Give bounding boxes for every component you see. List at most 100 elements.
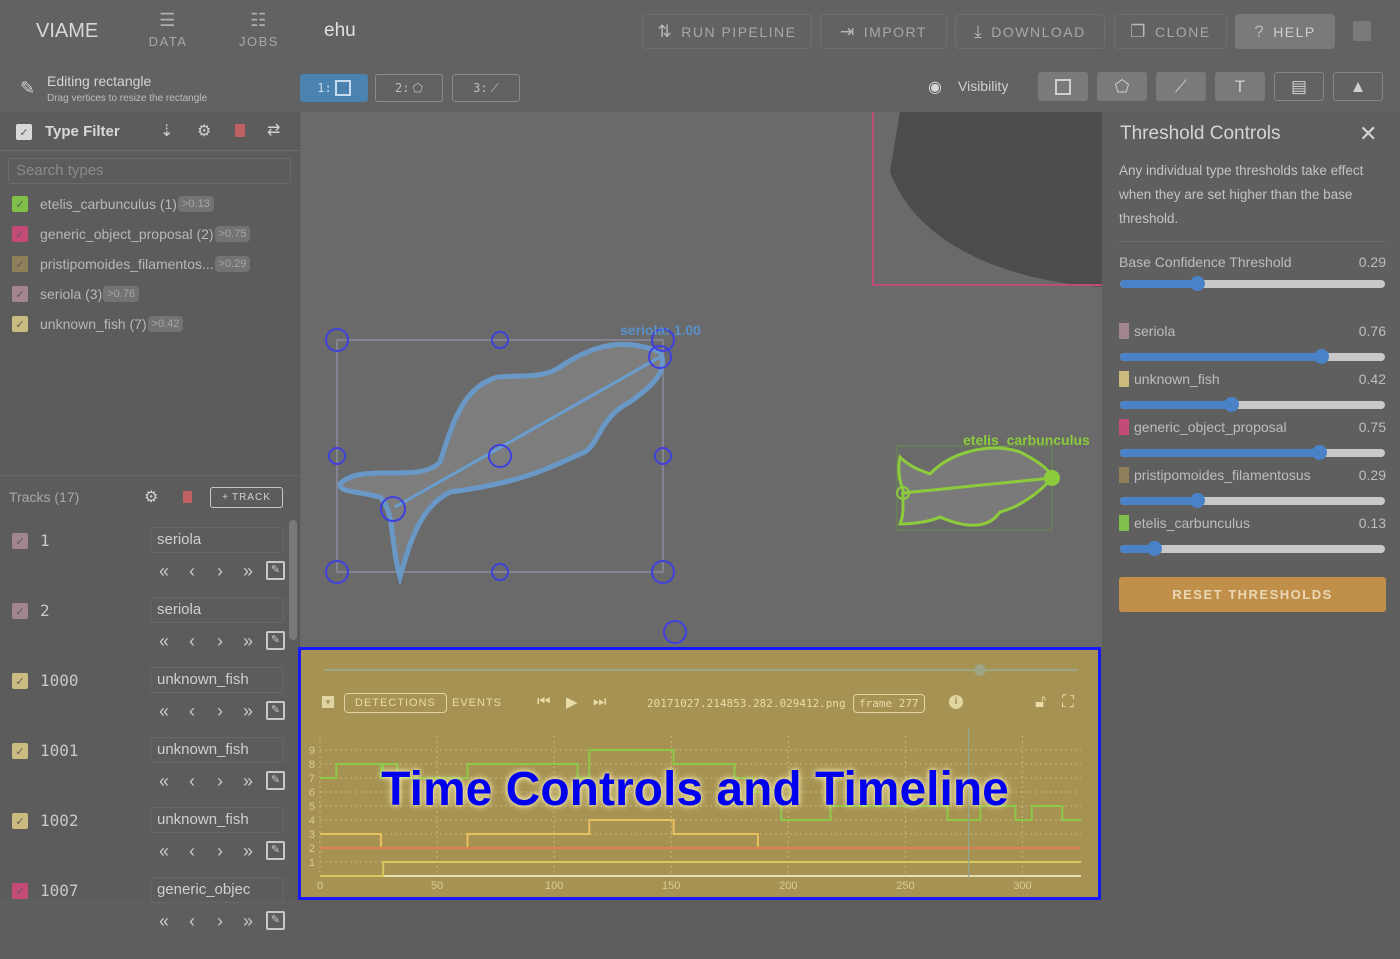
track-type-select[interactable]: unknown_fish [150,667,284,693]
run-pipeline-button[interactable]: ⇅ RUN PIPELINE [642,14,812,49]
edit-track-icon[interactable]: ✎ [266,701,285,720]
close-icon[interactable]: ✕ [1359,121,1377,147]
type-checkbox[interactable]: ✓ [12,226,28,242]
mode-polygon[interactable]: 2: ⬠ [375,74,443,102]
skip-previous-icon[interactable]: ⏮ [537,693,551,710]
last-frame-icon[interactable]: » [234,631,262,652]
download-button[interactable]: ⤓ DOWNLOAD [955,14,1105,49]
track-checkbox[interactable]: ✓ [12,883,28,899]
app-brand[interactable]: VIAME [36,20,98,43]
toggle-comment[interactable]: ▤ [1274,72,1324,101]
mode-rectangle[interactable]: 1: [300,74,368,102]
next-frame-icon[interactable]: › [206,911,234,932]
first-frame-icon[interactable]: « [150,701,178,722]
sort-icon[interactable]: ⇣ [160,121,173,141]
edit-track-icon[interactable]: ✎ [266,561,285,580]
type-filter-all-checkbox[interactable]: ✓ [16,124,32,140]
type-checkbox[interactable]: ✓ [12,256,28,272]
mode-line[interactable]: 3: ⟋ [452,74,520,102]
search-types-input[interactable]: Search types [8,158,291,184]
track-type-select[interactable]: unknown_fish [150,737,284,763]
gear-icon[interactable]: ⚙ [197,121,211,141]
first-frame-icon[interactable]: « [150,911,178,932]
skip-next-icon[interactable]: ⏭ [593,693,607,710]
delete-icon[interactable] [235,124,245,137]
track-type-select[interactable]: seriola [150,527,284,553]
seek-knob[interactable] [974,664,987,676]
prev-frame-icon[interactable]: ‹ [178,701,206,722]
track-checkbox[interactable]: ✓ [12,533,28,549]
first-frame-icon[interactable]: « [150,841,178,862]
last-frame-icon[interactable]: » [234,701,262,722]
type-item[interactable]: ✓ etelis_carbunculus (1) >0.13 [12,193,214,215]
import-button[interactable]: ⇥ IMPORT [820,14,947,49]
frame-number[interactable]: frame 277 [853,694,925,713]
edit-track-icon[interactable]: ✎ [266,631,285,650]
track-checkbox[interactable]: ✓ [12,743,28,759]
focus-icon[interactable]: ⛶ [1062,692,1074,712]
first-frame-icon[interactable]: « [150,561,178,582]
next-frame-icon[interactable]: › [206,561,234,582]
collapse-timeline-icon[interactable]: ▾ [322,696,334,708]
type-item[interactable]: ✓ seriola (3) >0.76 [12,283,140,305]
first-frame-icon[interactable]: « [150,771,178,792]
add-track-button[interactable]: + TRACK [210,487,283,508]
first-frame-icon[interactable]: « [150,631,178,652]
slider-knob[interactable] [1189,276,1205,291]
clone-button[interactable]: ❐ CLONE [1114,14,1227,49]
prev-frame-icon[interactable]: ‹ [178,771,206,792]
edit-track-icon[interactable]: ✎ [266,841,285,860]
save-icon[interactable] [1353,21,1371,41]
prev-frame-icon[interactable]: ‹ [178,631,206,652]
slider-knob[interactable] [1311,445,1327,460]
edit-track-icon[interactable]: ✎ [266,771,285,790]
tracks-scrollbar[interactable] [289,520,297,640]
type-checkbox[interactable]: ✓ [12,196,28,212]
base-threshold-slider[interactable] [1120,276,1385,291]
type-item[interactable]: ✓ pristipomoides_filamentos... >0.29 [12,253,251,275]
events-tab[interactable]: EVENTS [452,697,502,709]
track-checkbox[interactable]: ✓ [12,673,28,689]
help-button[interactable]: ? HELP [1235,14,1335,49]
toggle-text[interactable]: T [1215,72,1265,101]
type-threshold-slider[interactable] [1120,493,1385,508]
type-threshold-slider[interactable] [1120,541,1385,556]
track-checkbox[interactable]: ✓ [12,813,28,829]
type-checkbox[interactable]: ✓ [12,286,28,302]
type-threshold-slider[interactable] [1120,445,1385,460]
toggle-rectangle[interactable] [1038,72,1088,101]
toggle-line[interactable]: ⟋ [1156,72,1206,101]
track-type-select[interactable]: unknown_fish [150,807,284,833]
seek-slider[interactable] [325,669,1078,671]
nav-jobs[interactable]: ☷ JOBS [224,10,294,49]
edit-track-icon[interactable]: ✎ [266,911,285,930]
type-threshold-slider[interactable] [1120,349,1385,364]
play-icon[interactable]: ▶ [566,693,578,711]
last-frame-icon[interactable]: » [234,911,262,932]
last-frame-icon[interactable]: » [234,561,262,582]
swap-icon[interactable]: ⇄ [267,120,280,140]
toggle-polygon[interactable]: ⬠ [1097,72,1147,101]
type-item[interactable]: ✓ generic_object_proposal (2) >0.75 [12,223,251,245]
type-threshold-slider[interactable] [1120,397,1385,412]
next-frame-icon[interactable]: › [206,631,234,652]
lock-icon[interactable]: 🔓︎ [1035,692,1046,712]
prev-frame-icon[interactable]: ‹ [178,911,206,932]
info-icon[interactable]: i [949,695,963,709]
next-frame-icon[interactable]: › [206,841,234,862]
gear-icon[interactable]: ⚙ [144,487,158,507]
last-frame-icon[interactable]: » [234,841,262,862]
next-frame-icon[interactable]: › [206,701,234,722]
track-type-select[interactable]: seriola [150,597,284,623]
track-type-select[interactable]: generic_objec [150,877,284,903]
toggle-arrow[interactable]: ▲ [1333,72,1383,101]
delete-icon[interactable] [183,491,192,503]
type-checkbox[interactable]: ✓ [12,316,28,332]
reset-thresholds-button[interactable]: RESET THRESHOLDS [1119,577,1386,612]
last-frame-icon[interactable]: » [234,771,262,792]
track-checkbox[interactable]: ✓ [12,603,28,619]
prev-frame-icon[interactable]: ‹ [178,561,206,582]
annotation-canvas[interactable]: seriola: 1.00 etelis_carbunculus [300,112,1102,647]
nav-data[interactable]: ☰ DATA [133,10,203,49]
slider-knob[interactable] [1189,493,1205,508]
